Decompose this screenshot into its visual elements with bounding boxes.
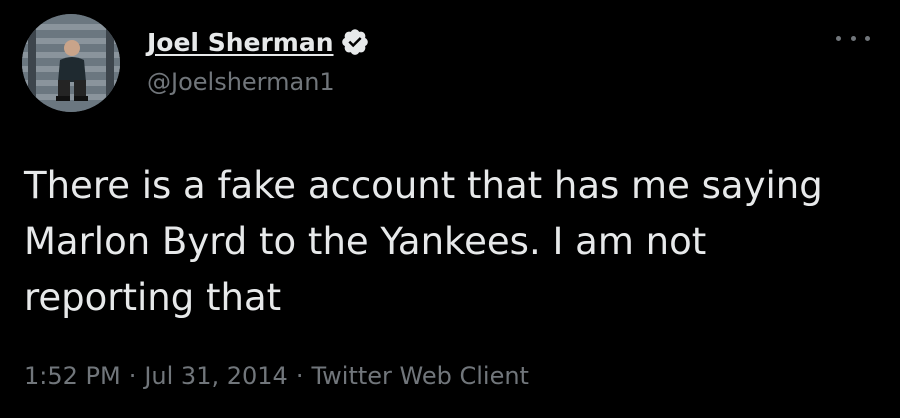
author-header: Joel Sherman @Joelsherman1 [147, 22, 370, 96]
tweet-meta: 1:52 PM · Jul 31, 2014 · Twitter Web Client [24, 362, 529, 390]
author-display-name[interactable]: Joel Sherman [147, 28, 334, 57]
name-row: Joel Sherman [147, 22, 370, 62]
more-options-icon[interactable] [836, 28, 870, 48]
meta-separator: · [295, 362, 304, 390]
tweet-source[interactable]: Twitter Web Client [311, 362, 529, 390]
author-handle[interactable]: @Joelsherman1 [147, 68, 370, 96]
verified-badge-icon [340, 27, 370, 57]
dot-icon [865, 35, 870, 41]
meta-separator: · [128, 362, 137, 390]
avatar[interactable] [22, 14, 120, 112]
dot-icon [850, 35, 856, 41]
tweet-card: Joel Sherman @Joelsherman1 There is a fa… [0, 0, 900, 418]
tweet-text: There is a fake account that has me sayi… [24, 164, 835, 319]
profile-photo-icon [22, 14, 120, 112]
dot-icon [836, 35, 841, 41]
tweet-date[interactable]: Jul 31, 2014 [144, 362, 287, 390]
tweet-time[interactable]: 1:52 PM [24, 362, 121, 390]
